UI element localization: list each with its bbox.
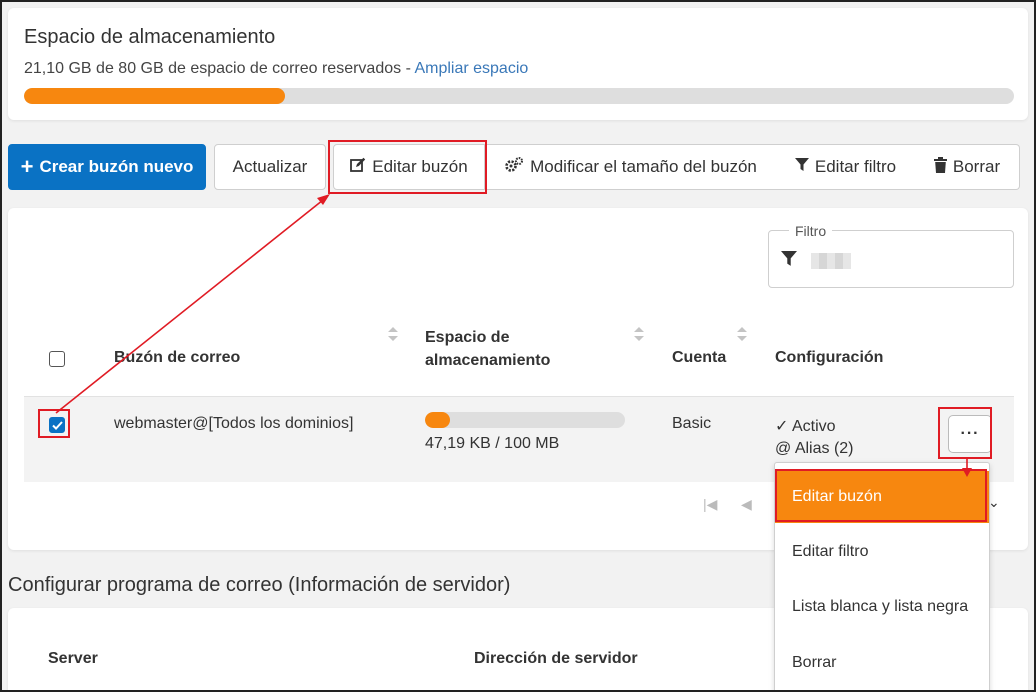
delete-button[interactable]: Borrar [915, 144, 1020, 190]
delete-label: Borrar [952, 157, 1001, 176]
sort-icon[interactable] [634, 327, 644, 341]
menu-item-whitelist-blacklist[interactable]: Lista blanca y lista negra [775, 581, 989, 633]
mailbox-storage-fill [425, 412, 450, 428]
header-storage-line2: almacenamiento [425, 352, 551, 369]
mailbox-alias-label: Alias (2) [794, 440, 854, 457]
header-server: Server [48, 650, 98, 667]
mailbox-alias[interactable]: @ Alias (2) [775, 440, 854, 458]
check-icon: ✓ [775, 418, 789, 435]
header-server-address: Dirección de servidor [474, 650, 638, 667]
funnel-icon [794, 157, 809, 177]
header-mailbox[interactable]: Buzón de correo [114, 349, 240, 367]
plus-icon: + [20, 154, 34, 179]
mailbox-address: webmaster@[Todos los dominios] [114, 415, 354, 432]
filter-label: Filtro [789, 223, 833, 239]
server-section-title: Configurar programa de correo (Informaci… [8, 574, 511, 596]
row-actions-menu: Editar buzón Editar filtro Lista blanca … [774, 462, 990, 692]
mailbox-status-label: Activo [791, 418, 836, 435]
refresh-label: Actualizar [232, 157, 308, 176]
resize-mailbox-button[interactable]: Modificar el tamaño del buzón [485, 144, 777, 190]
sort-icon[interactable] [388, 327, 398, 341]
refresh-button[interactable]: Actualizar [214, 144, 326, 190]
filter-input[interactable]: Filtro [768, 223, 1014, 288]
edit-filter-button[interactable]: Editar filtro [776, 144, 916, 190]
storage-card: Espacio de almacenamiento 21,10 GB de 80… [8, 8, 1028, 120]
row-checkbox[interactable] [49, 417, 65, 433]
edit-icon [350, 157, 366, 178]
funnel-icon [781, 251, 797, 272]
trash-icon [933, 156, 947, 178]
menu-item-edit-filter[interactable]: Editar filtro [775, 526, 989, 578]
menu-item-edit-mailbox[interactable]: Editar buzón [775, 471, 989, 523]
create-mailbox-label: Crear buzón nuevo [39, 157, 194, 176]
header-account[interactable]: Cuenta [672, 349, 726, 367]
header-storage-line1: Espacio de [425, 329, 510, 346]
storage-title: Espacio de almacenamiento [24, 26, 276, 48]
sort-icon[interactable] [737, 327, 747, 341]
filter-value-redacted [811, 253, 851, 269]
menu-item-delete[interactable]: Borrar [775, 637, 989, 689]
header-storage[interactable]: Espacio de almacenamiento [425, 326, 550, 372]
resize-mailbox-label: Modificar el tamaño del buzón [530, 157, 757, 176]
edit-filter-label: Editar filtro [814, 157, 897, 176]
edit-mailbox-label: Editar buzón [372, 157, 468, 176]
header-configuration: Configuración [775, 349, 884, 366]
create-mailbox-button[interactable]: + Crear buzón nuevo [8, 144, 206, 190]
edit-mailbox-button[interactable]: Editar buzón [333, 144, 485, 190]
gears-icon [504, 156, 524, 178]
mailbox-storage-text: 47,19 KB / 100 MB [425, 435, 560, 452]
row-actions-button[interactable]: ··· [948, 415, 992, 453]
at-icon: @ [775, 440, 792, 457]
storage-progress-bar [24, 88, 1014, 104]
select-all-checkbox[interactable] [49, 351, 65, 367]
mailbox-account: Basic [672, 415, 712, 432]
check-icon [51, 420, 63, 430]
first-page-icon[interactable]: |◀ [703, 496, 717, 513]
storage-usage: 21,10 GB de 80 GB de espacio de correo r… [24, 60, 528, 78]
expand-storage-link[interactable]: Ampliar espacio [414, 60, 528, 77]
storage-usage-text: 21,10 GB de 80 GB de espacio de correo r… [24, 60, 415, 77]
mailbox-storage-bar [425, 412, 625, 428]
prev-page-icon[interactable]: ◀ [741, 496, 752, 513]
storage-progress-fill [24, 88, 286, 104]
mailbox-status: ✓ Activo [775, 416, 836, 436]
